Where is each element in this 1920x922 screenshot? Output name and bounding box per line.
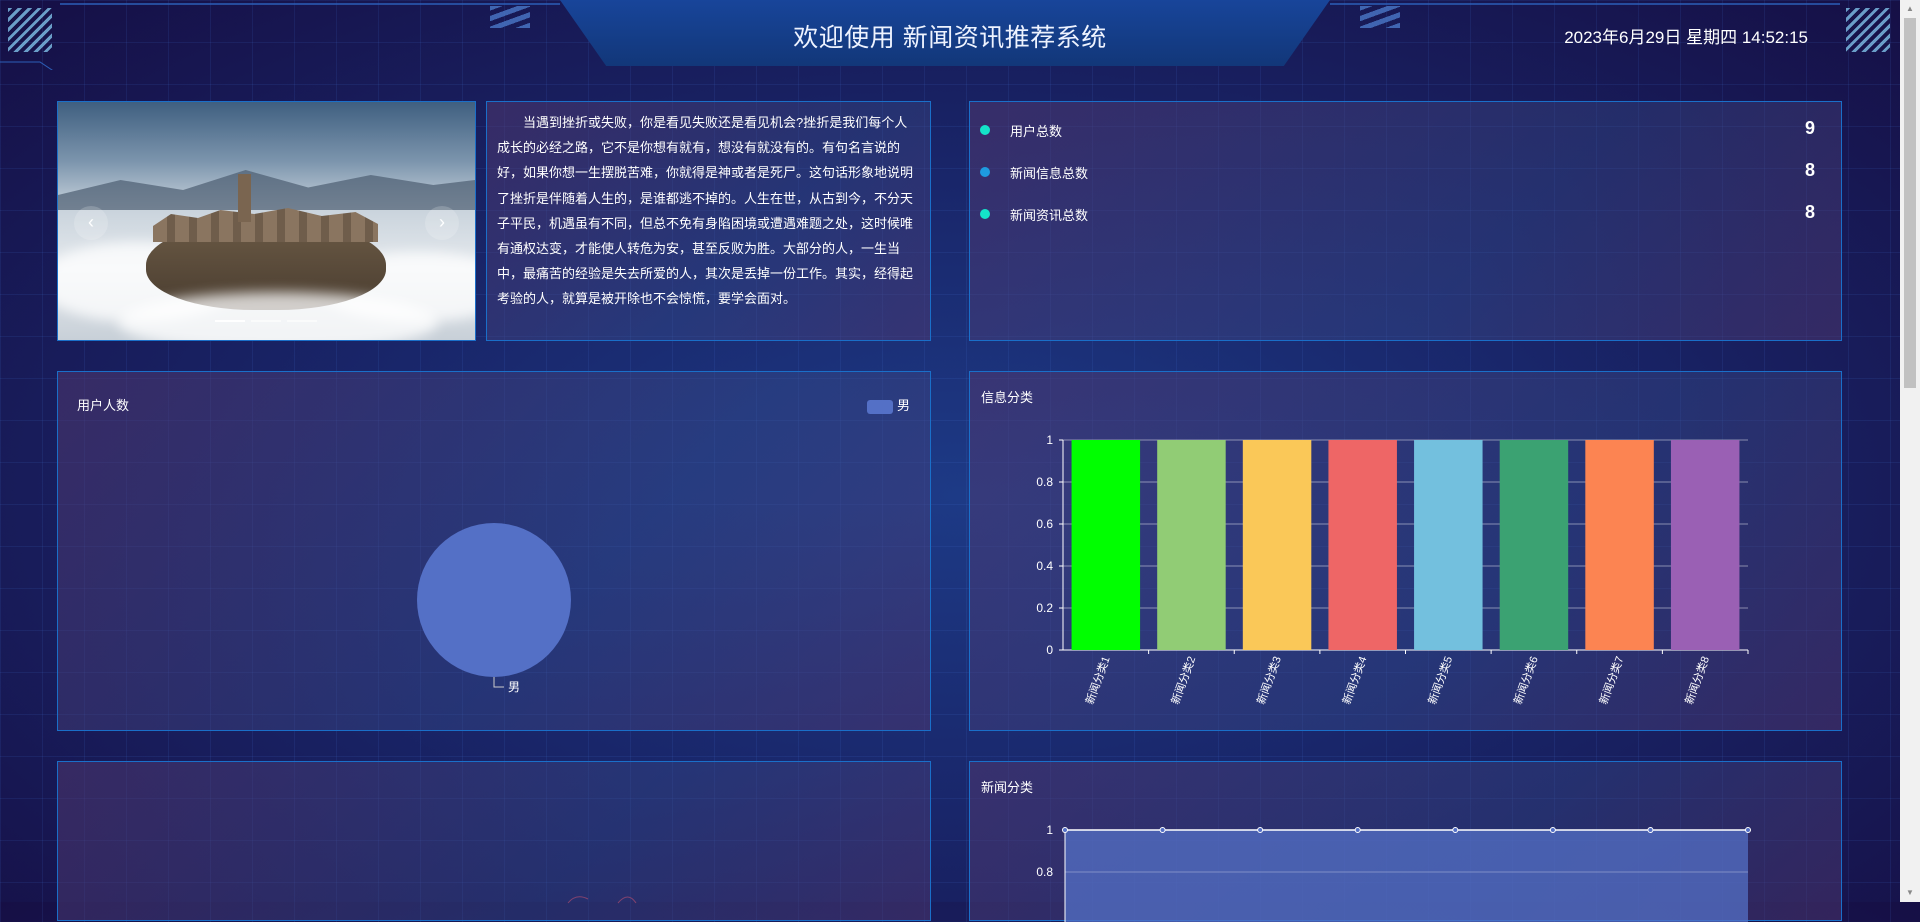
area-chart: 0.81 (970, 762, 1841, 922)
bottom-left-chart-panel (57, 761, 931, 921)
stat-label: 用户总数 (1010, 121, 1062, 140)
bar[interactable] (1500, 440, 1569, 650)
stat-dot-icon (980, 209, 990, 219)
pie-label-line (494, 677, 504, 687)
stat-row-users: 用户总数 9 (980, 120, 1835, 140)
y-tick-label: 1 (1046, 823, 1053, 837)
image-carousel[interactable]: ‹ › (57, 101, 476, 341)
stat-value: 9 (1805, 118, 1815, 139)
area-point[interactable] (1550, 828, 1555, 833)
bar[interactable] (1585, 440, 1654, 650)
stat-label: 新闻信息总数 (1010, 163, 1088, 182)
corner-decoration-right (1846, 8, 1890, 52)
stat-row-news-info: 新闻信息总数 8 (980, 162, 1835, 182)
area-point[interactable] (1258, 828, 1263, 833)
pie-label: 男 (508, 680, 520, 694)
scroll-down-button[interactable]: ▼ (1900, 884, 1920, 902)
area-point[interactable] (1746, 828, 1751, 833)
y-tick-label: 0 (1046, 643, 1053, 657)
x-tick-label: 新闻分类4 (1339, 654, 1369, 706)
y-tick-label: 0.4 (1036, 559, 1053, 573)
y-tick-label: 0.8 (1036, 865, 1053, 879)
x-tick-label: 新闻分类5 (1425, 654, 1455, 706)
y-tick-label: 0.8 (1036, 475, 1053, 489)
bar[interactable] (1414, 440, 1483, 650)
quote-text: 当遇到挫折或失败，你是看见失败还是看见机会?挫折是我们每个人成长的必经之路，它不… (497, 110, 919, 312)
stat-label: 新闻资讯总数 (1010, 205, 1088, 224)
news-category-chart-panel: 新闻分类 0.81 (969, 761, 1842, 921)
x-tick-label: 新闻分类2 (1168, 654, 1198, 706)
user-count-chart-panel: 用户人数 男 男 (57, 371, 931, 731)
info-category-chart-panel: 信息分类 00.20.40.60.81新闻分类1新闻分类2新闻分类3新闻分类4新… (969, 371, 1842, 731)
carousel-indicator[interactable] (287, 320, 317, 322)
stripe-decoration-left (490, 6, 530, 28)
bar[interactable] (1243, 440, 1312, 650)
bar[interactable] (1157, 440, 1226, 650)
pie-slice[interactable] (417, 523, 571, 677)
bar[interactable] (1072, 440, 1141, 650)
stripe-decoration-right (1360, 6, 1400, 28)
x-tick-label: 新闻分类3 (1254, 654, 1284, 706)
page-title: 欢迎使用 新闻资讯推荐系统 (560, 18, 1340, 54)
carousel-prev-button[interactable]: ‹ (74, 206, 108, 240)
stat-dot-icon (980, 167, 990, 177)
area-point[interactable] (1355, 828, 1360, 833)
carousel-indicator[interactable] (215, 320, 245, 322)
stat-value: 8 (1805, 202, 1815, 223)
area-point[interactable] (1063, 828, 1068, 833)
y-tick-label: 1 (1046, 433, 1053, 447)
current-datetime: 2023年6月29日 星期四 14:52:15 (1564, 23, 1808, 48)
carousel-next-button[interactable]: › (425, 206, 459, 240)
x-tick-label: 新闻分类7 (1596, 654, 1626, 706)
bar-chart: 0 0.2 0.4 0.6 0.8 1 新闻分类1 新闻分类2 新闻分类3 新闻分类4 新闻分类5 新… (970, 372, 1841, 730)
x-tick-label: 新闻分类8 (1682, 654, 1712, 706)
stat-dot-icon (980, 125, 990, 135)
quote-panel: 当遇到挫折或失败，你是看见失败还是看见机会?挫折是我们每个人成长的必经之路，它不… (486, 101, 931, 341)
carousel-indicators (215, 312, 323, 330)
area-fill (1065, 830, 1748, 922)
stats-panel: 用户总数 9 新闻信息总数 8 新闻资讯总数 8 (969, 101, 1842, 341)
corner-decoration-left (8, 8, 52, 52)
area-point[interactable] (1160, 828, 1165, 833)
area-point[interactable] (1648, 828, 1653, 833)
stat-value: 8 (1805, 160, 1815, 181)
page-scrollbar[interactable]: ▲ ▼ (1900, 0, 1920, 902)
scroll-thumb[interactable] (1904, 18, 1916, 388)
bar[interactable] (1328, 440, 1397, 650)
carousel-indicator[interactable] (251, 320, 281, 322)
x-tick-label: 新闻分类1 (1082, 654, 1112, 706)
y-tick-label: 0.2 (1036, 601, 1053, 615)
x-tick-label: 新闻分类6 (1510, 654, 1540, 706)
stat-row-news: 新闻资讯总数 8 (980, 204, 1835, 224)
y-tick-label: 0.6 (1036, 517, 1053, 531)
pie-chart: 男 (58, 372, 930, 730)
bar[interactable] (1671, 440, 1740, 650)
area-point[interactable] (1453, 828, 1458, 833)
carousel-image-tower (238, 174, 251, 222)
scroll-up-button[interactable]: ▲ (1900, 0, 1920, 18)
header: 欢迎使用 新闻资讯推荐系统 2023年6月29日 星期四 14:52:15 (0, 0, 1900, 70)
dashboard-page: 欢迎使用 新闻资讯推荐系统 2023年6月29日 星期四 14:52:15 ‹ … (0, 0, 1900, 902)
bottom-left-chart (58, 762, 930, 922)
